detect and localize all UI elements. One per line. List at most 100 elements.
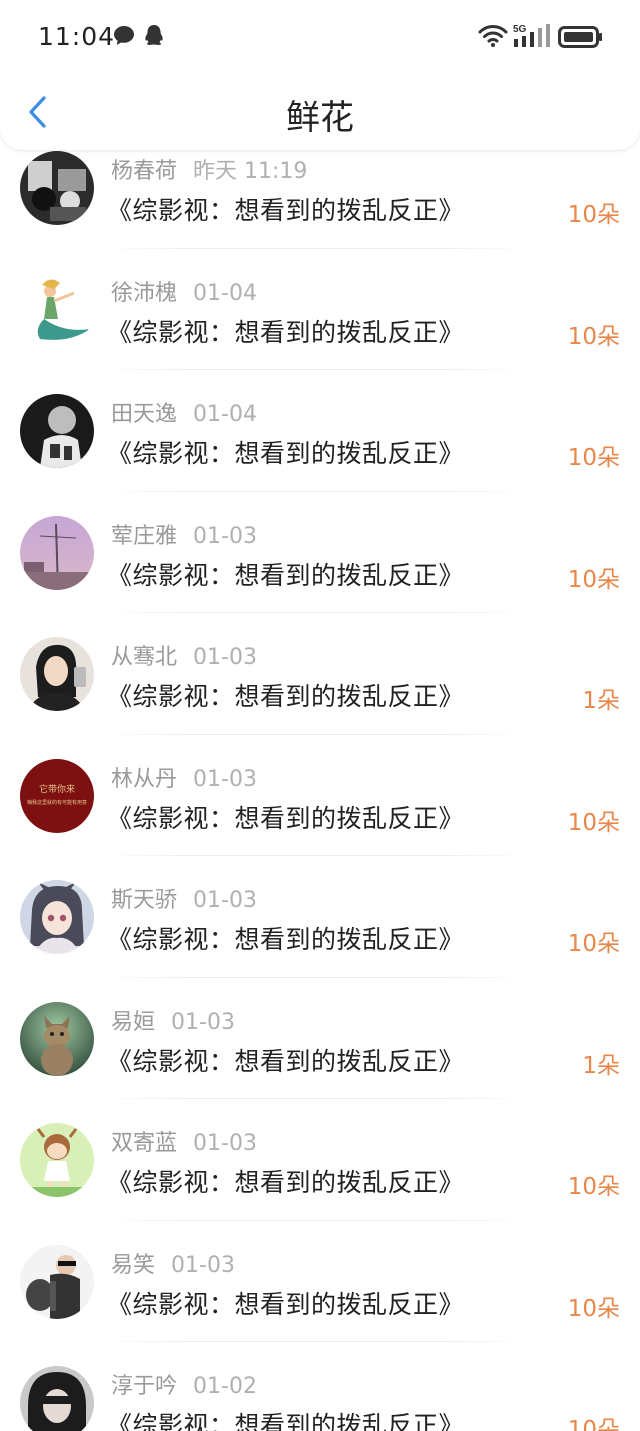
book-title[interactable]: 《综影视：想看到的拨乱反正》 — [107, 191, 464, 227]
sender-name: 双寄蓝 — [111, 1131, 178, 1156]
row-divider — [100, 1098, 530, 1099]
row-divider — [100, 247, 530, 249]
row-divider — [100, 733, 530, 735]
book-title[interactable]: 《综影视：想看到的拨乱反正》 — [107, 1285, 464, 1321]
avatar[interactable]: 它带你来嗨我这里就的有可能有用意 — [20, 758, 94, 833]
gift-date: 昨天 11:19 — [193, 159, 308, 184]
gift-date: 01-03 — [171, 1009, 235, 1035]
sender-name: 易姮 — [111, 1009, 156, 1035]
book-title[interactable]: 《综影视：想看到的拨乱反正》 — [107, 434, 464, 470]
sender-meta: 林从丹 01-03 — [111, 761, 257, 793]
sender-name: 徐沛槐 — [111, 280, 178, 306]
row-divider — [100, 976, 530, 978]
sender-name: 淳于吟 — [111, 1374, 178, 1399]
flower-count: 10朵 — [567, 1174, 620, 1200]
book-title[interactable]: 《综影视：想看到的拨乱反正》 — [107, 556, 464, 592]
battery-icon — [558, 26, 604, 52]
5g-signal-icon: 5G — [512, 22, 552, 54]
avatar[interactable] — [20, 1244, 94, 1319]
gift-date: 01-02 — [193, 1374, 257, 1399]
gift-date: 01-03 — [193, 645, 257, 670]
avatar[interactable] — [20, 394, 94, 468]
row-divider — [100, 612, 530, 613]
chat-bubble-icon — [112, 24, 136, 52]
gift-date: 01-04 — [193, 280, 257, 306]
flower-count: 10朵 — [567, 566, 620, 593]
list-item[interactable]: 斯天骄 01-03 《综影视：想看到的拨乱反正》 10朵 — [0, 873, 640, 995]
gift-date: 01-03 — [171, 1252, 235, 1278]
gift-date: 01-03 — [193, 888, 257, 913]
gift-date: 01-03 — [193, 1131, 257, 1156]
sender-name: 林从丹 — [111, 766, 178, 792]
avatar[interactable] — [20, 1366, 94, 1431]
flower-count: 1朵 — [582, 688, 620, 714]
row-divider — [100, 855, 530, 856]
list-item[interactable]: 荤庄雅 01-03 《综影视：想看到的拨乱反正》 10朵 — [0, 509, 640, 631]
list-item[interactable]: 田天逸 01-04 《综影视：想看到的拨乱反正》 10朵 — [0, 387, 640, 509]
sender-meta: 从骞北 01-03 — [111, 639, 257, 671]
avatar[interactable] — [20, 151, 94, 225]
list-item[interactable]: 它带你来 嗨我这里就的有可能有用意 林从丹 01-03 《综影视：想看到的拨乱反正》 10… — [0, 752, 640, 874]
sender-meta: 杨春荷 昨天 11:19 — [111, 153, 307, 185]
row-divider — [100, 1219, 530, 1221]
book-title[interactable]: 《综影视：想看到的拨乱反正》 — [107, 1042, 464, 1078]
gift-date: 01-03 — [193, 523, 257, 549]
avatar[interactable] — [20, 1001, 94, 1076]
flower-count: 10朵 — [567, 202, 620, 228]
gift-date: 01-03 — [193, 766, 257, 792]
row-divider — [100, 369, 530, 370]
row-divider — [100, 490, 530, 492]
list-item[interactable]: 双寄蓝 01-03 《综影视：想看到的拨乱反正》 10朵 — [0, 1116, 640, 1238]
sender-name: 杨春荷 — [111, 159, 178, 184]
list-item[interactable]: 杨春荷 昨天 11:19 《综影视：想看到的拨乱反正》 10朵 — [0, 144, 640, 266]
sender-meta: 易笑 01-03 — [111, 1247, 235, 1279]
list-item[interactable]: 易姮 01-03 《综影视：想看到的拨乱反正》 1朵 — [0, 995, 640, 1117]
status-bar: 11:04 5G — [0, 0, 640, 76]
sender-name: 易笑 — [111, 1252, 156, 1278]
book-title[interactable]: 《综影视：想看到的拨乱反正》 — [107, 313, 464, 349]
list-item[interactable]: 淳于吟 01-02 《综影视：想看到的拨乱反正》 10朵 — [0, 1359, 640, 1431]
sender-name: 斯天骄 — [111, 888, 178, 913]
book-title[interactable]: 《综影视：想看到的拨乱反正》 — [107, 1406, 464, 1431]
sender-meta: 田天逸 01-04 — [111, 396, 257, 428]
sender-name: 田天逸 — [111, 402, 178, 427]
row-divider — [100, 1341, 530, 1342]
sender-meta: 双寄蓝 01-03 — [111, 1125, 257, 1157]
book-title[interactable]: 《综影视：想看到的拨乱反正》 — [107, 677, 464, 713]
book-title[interactable]: 《综影视：想看到的拨乱反正》 — [107, 1163, 464, 1199]
nav-bar: 鲜花 — [0, 76, 640, 150]
book-title[interactable]: 《综影视：想看到的拨乱反正》 — [107, 799, 464, 835]
avatar[interactable] — [20, 1123, 94, 1197]
flower-count: 10朵 — [567, 323, 620, 350]
list-item[interactable]: 从骞北 01-03 《综影视：想看到的拨乱反正》 1朵 — [0, 630, 640, 752]
status-time: 11:04 — [38, 22, 116, 51]
gift-date: 01-04 — [193, 402, 257, 427]
qq-penguin-icon — [142, 24, 166, 54]
flower-count: 10朵 — [567, 445, 620, 471]
sender-name: 从骞北 — [111, 645, 178, 670]
flower-count: 10朵 — [567, 1295, 620, 1322]
avatar[interactable] — [20, 637, 94, 711]
book-title[interactable]: 《综影视：想看到的拨乱反正》 — [107, 920, 464, 956]
flower-count: 10朵 — [567, 931, 620, 957]
list-item[interactable]: 徐沛槐 01-04 《综影视：想看到的拨乱反正》 10朵 — [0, 266, 640, 388]
sender-meta: 淳于吟 01-02 — [111, 1368, 257, 1400]
sender-meta: 易姮 01-03 — [111, 1004, 235, 1036]
svg-text:5G: 5G — [513, 24, 527, 35]
flower-count: 1朵 — [582, 1052, 620, 1079]
flower-count: 10朵 — [567, 1417, 620, 1431]
header: 11:04 5G 鲜花 — [0, 0, 640, 150]
list-item[interactable]: 易笑 01-03 《综影视：想看到的拨乱反正》 10朵 — [0, 1238, 640, 1360]
avatar[interactable] — [20, 272, 94, 347]
avatar[interactable] — [20, 880, 94, 954]
sender-meta: 徐沛槐 01-04 — [111, 275, 257, 307]
sender-meta: 斯天骄 01-03 — [111, 882, 257, 914]
sender-meta: 荤庄雅 01-03 — [111, 518, 257, 550]
svg-text:它带你来: 它带你来 — [39, 783, 75, 795]
sender-name: 荤庄雅 — [111, 523, 178, 549]
avatar[interactable] — [20, 515, 94, 590]
flower-count: 10朵 — [567, 809, 620, 836]
page-title: 鲜花 — [286, 98, 354, 138]
wifi-icon — [478, 24, 508, 52]
svg-text:嗨我这里就的有可能有用意: 嗨我这里就的有可能有用意 — [27, 799, 87, 806]
